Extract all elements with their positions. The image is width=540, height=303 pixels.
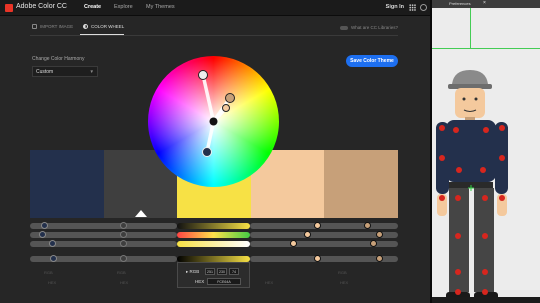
slider-knob[interactable] bbox=[50, 255, 57, 262]
color-mode-select[interactable]: ▸ RGB bbox=[186, 269, 199, 275]
red-input[interactable]: 251 bbox=[205, 268, 215, 275]
slider-knob[interactable] bbox=[290, 240, 297, 247]
apps-grid-icon[interactable] bbox=[409, 4, 416, 11]
color-swatch-1[interactable] bbox=[30, 150, 104, 218]
slider-track[interactable] bbox=[30, 223, 177, 229]
inactive-rgb-fields[interactable]: RGB bbox=[338, 270, 347, 275]
slider-track-active-g[interactable] bbox=[177, 232, 250, 238]
inactive-hex-fields[interactable]: HEX bbox=[120, 280, 128, 285]
slider-knob[interactable] bbox=[49, 240, 56, 247]
tab-color-wheel[interactable]: COLOR WHEEL bbox=[83, 24, 124, 29]
tab-import-image[interactable]: IMPORT IMAGE bbox=[32, 24, 73, 29]
slider-track[interactable] bbox=[250, 223, 398, 229]
adobe-color-window: Adobe Color CC Create Explore My Themes … bbox=[0, 0, 430, 303]
inactive-rgb-fields[interactable]: RGB bbox=[44, 270, 53, 275]
adobe-logo-icon[interactable] bbox=[5, 4, 13, 12]
image-icon bbox=[32, 24, 37, 29]
slider-knob[interactable] bbox=[120, 231, 127, 238]
hex-label: HEX bbox=[195, 279, 205, 284]
active-swatch-marker-icon bbox=[135, 210, 147, 217]
active-color-values: ▸ RGB 251 230 74 HEX FCE64A bbox=[177, 262, 250, 288]
slider-knob[interactable] bbox=[304, 231, 311, 238]
color-wheel-icon bbox=[83, 24, 88, 29]
chevron-down-icon: ▼ bbox=[89, 69, 94, 74]
inactive-rgb-fields[interactable]: RGB bbox=[117, 270, 126, 275]
wheel-handle-3 bbox=[198, 70, 208, 80]
wheel-handle-4 bbox=[222, 104, 230, 112]
slider-knob[interactable] bbox=[376, 255, 383, 262]
green-input[interactable]: 230 bbox=[217, 268, 227, 275]
wheel-center-handle bbox=[209, 117, 218, 126]
slider-knob[interactable] bbox=[376, 231, 383, 238]
toggle-icon bbox=[339, 25, 348, 30]
hex-input[interactable]: FCE64A bbox=[207, 278, 241, 285]
canvas-window: Preferences × bbox=[430, 0, 540, 303]
slider-track-active-r[interactable] bbox=[177, 223, 250, 229]
wheel-handle-5 bbox=[225, 93, 235, 103]
slider-knob[interactable] bbox=[370, 240, 377, 247]
nav-my-themes[interactable]: My Themes bbox=[146, 4, 175, 10]
slider-knob[interactable] bbox=[364, 222, 371, 229]
nav-create[interactable]: Create bbox=[84, 4, 101, 10]
harmony-dropdown[interactable]: Custom ▼ bbox=[32, 66, 98, 77]
timeline-edge bbox=[432, 297, 540, 303]
slider-knob[interactable] bbox=[314, 222, 321, 229]
blue-input[interactable]: 74 bbox=[229, 268, 239, 275]
color-swatch-5[interactable] bbox=[324, 150, 398, 218]
cc-libraries-toggle[interactable]: What are CC Libraries? bbox=[339, 25, 398, 30]
slider-knob[interactable] bbox=[41, 222, 48, 229]
sign-in-link[interactable]: Sign In bbox=[386, 4, 404, 10]
divider bbox=[30, 35, 398, 36]
top-bar: Adobe Color CC Create Explore My Themes … bbox=[0, 0, 430, 16]
character-figure[interactable] bbox=[432, 0, 540, 303]
inactive-hex-fields[interactable]: HEX bbox=[48, 280, 56, 285]
nav-explore[interactable]: Explore bbox=[114, 4, 133, 10]
slider-knob[interactable] bbox=[120, 222, 127, 229]
save-color-theme-button[interactable]: Save Color Theme bbox=[346, 55, 398, 67]
slider-track-active-b[interactable] bbox=[177, 241, 250, 247]
slider-track[interactable] bbox=[30, 232, 177, 238]
app-title[interactable]: Adobe Color CC bbox=[16, 3, 67, 10]
creative-cloud-icon[interactable] bbox=[420, 4, 427, 11]
slider-knob[interactable] bbox=[120, 240, 127, 247]
slider-knob[interactable] bbox=[120, 255, 127, 262]
inactive-hex-fields[interactable]: HEX bbox=[340, 280, 348, 285]
inactive-hex-fields[interactable]: HEX bbox=[265, 280, 273, 285]
slider-knob[interactable] bbox=[314, 255, 321, 262]
wheel-handle-1 bbox=[202, 147, 212, 157]
slider-knob[interactable] bbox=[39, 231, 46, 238]
harmony-label: Change Color Harmony bbox=[32, 56, 85, 62]
wheel-handles[interactable] bbox=[148, 56, 279, 187]
